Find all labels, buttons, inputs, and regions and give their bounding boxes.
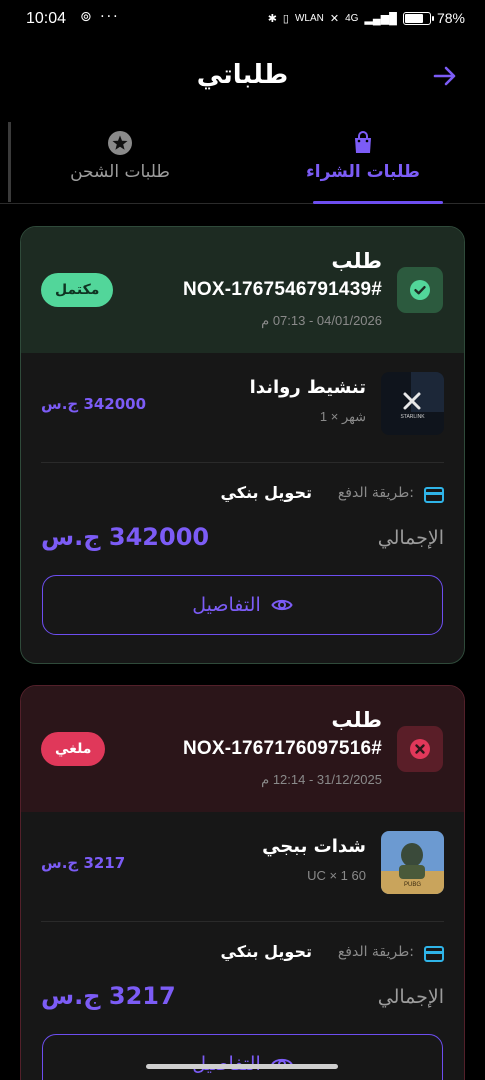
home-indicator[interactable] xyxy=(146,1064,338,1069)
cell-type-label: 4G xyxy=(345,12,359,24)
status-bar: 10:04 ⊚ ··· ✱ ▯ WLAN ✕ 4G ▂▄▆█ 78% xyxy=(0,0,485,40)
order-header: طلب NOX-1767176097516# 31/12/2025 - 12:1… xyxy=(21,686,464,812)
tab-purchase-orders[interactable]: طلبات الشراء xyxy=(263,130,463,182)
item-quantity: 60 UC × 1 xyxy=(307,868,366,883)
status-right-group: ✱ ▯ WLAN ✕ 4G ▂▄▆█ 78% xyxy=(268,10,465,26)
signal-icon: ▂▄▆█ xyxy=(364,12,397,25)
total-label: الإجمالي xyxy=(377,986,444,1008)
details-button[interactable]: التفاصيل xyxy=(42,575,443,635)
tab-bar: طلبات الشراء طلبات الشحن xyxy=(0,122,485,204)
details-button[interactable]: التفاصيل xyxy=(42,1034,443,1080)
check-circle-icon xyxy=(410,280,430,300)
total-row: الإجمالي 342000 ج.س xyxy=(41,511,444,565)
active-tab-indicator xyxy=(313,201,443,204)
payment-method-value: تحويل بنكي xyxy=(220,942,312,961)
tab-shipping-orders[interactable]: طلبات الشحن xyxy=(20,130,220,182)
status-badge: مكتمل xyxy=(41,273,114,307)
item-name: شدات ببجي xyxy=(262,836,366,857)
total-label: الإجمالي xyxy=(377,527,444,549)
mute-icon: ✕ xyxy=(329,12,340,25)
x-circle-icon xyxy=(410,739,430,759)
battery-icon xyxy=(402,11,434,25)
battery-fill xyxy=(404,13,423,23)
payment-method-label: طريقة الدفع: xyxy=(337,485,414,501)
order-number: NOX-1767546791439# xyxy=(182,279,382,300)
tab-purchase-label: طلبات الشراء xyxy=(306,162,420,182)
order-date: 04/01/2026 - 07:13 م xyxy=(261,313,382,328)
item-price: 342000 ج.س xyxy=(41,395,147,413)
total-row: الإجمالي 3217 ج.س xyxy=(41,970,444,1024)
order-word: طلب xyxy=(331,708,382,732)
status-badge: ملغي xyxy=(41,732,106,766)
order-number: NOX-1767176097516# xyxy=(182,738,382,759)
order-date: 31/12/2025 - 12:14 م xyxy=(261,772,382,787)
item-price: 3217 ج.س xyxy=(41,854,126,872)
battery-percent: 78% xyxy=(436,10,465,26)
total-value: 342000 ج.س xyxy=(41,523,210,551)
tab-shipping-label: طلبات الشحن xyxy=(70,162,170,182)
payment-row: طريقة الدفع: تحويل بنكي xyxy=(41,463,444,511)
product-thumbnail: PUBG xyxy=(381,831,444,894)
order-header: طلب NOX-1767546791439# 04/01/2026 - 07:1… xyxy=(21,227,464,353)
header: طلباتي xyxy=(0,50,485,106)
thumbnail-logo-text: STARLINK xyxy=(400,414,425,420)
payment-method-label: طريقة الدفع: xyxy=(337,944,414,960)
shopping-bag-icon xyxy=(355,131,371,153)
bluetooth-icon: ✱ xyxy=(267,12,277,25)
order-item: PUBG شدات ببجي 60 UC × 1 3217 ج.س xyxy=(41,812,444,922)
credit-card-icon xyxy=(424,946,444,962)
status-indicator xyxy=(397,726,443,772)
total-value: 3217 ج.س xyxy=(41,982,176,1010)
details-button-label: التفاصيل xyxy=(192,594,261,616)
wlan-label: WLAN xyxy=(294,12,324,24)
status-time: 10:04 xyxy=(26,10,67,27)
notification-icons: ⊚ ··· xyxy=(80,9,120,25)
arrow-right-icon[interactable] xyxy=(431,62,459,90)
order-card: طلب NOX-1767546791439# 04/01/2026 - 07:1… xyxy=(20,226,465,664)
payment-method-value: تحويل بنكي xyxy=(220,483,312,502)
status-indicator xyxy=(397,267,443,313)
page-title: طلباتي xyxy=(196,60,289,90)
item-name: تنشيط رواندا xyxy=(249,377,366,398)
credit-card-icon xyxy=(424,487,444,503)
payment-row: طريقة الدفع: تحويل بنكي xyxy=(41,922,444,970)
order-word: طلب xyxy=(331,249,382,273)
star-circle-icon xyxy=(108,131,132,155)
vibrate-icon: ▯ xyxy=(282,12,289,25)
eye-icon xyxy=(271,599,293,611)
thumbnail-logo-text: PUBG xyxy=(404,882,421,888)
item-quantity: شهر × 1 xyxy=(319,409,366,424)
order-card: طلب NOX-1767176097516# 31/12/2025 - 12:1… xyxy=(20,685,465,1080)
order-item: STARLINK تنشيط رواندا شهر × 1 342000 ج.س xyxy=(41,353,444,463)
product-thumbnail: STARLINK xyxy=(381,372,444,435)
tab-divider xyxy=(8,122,11,202)
